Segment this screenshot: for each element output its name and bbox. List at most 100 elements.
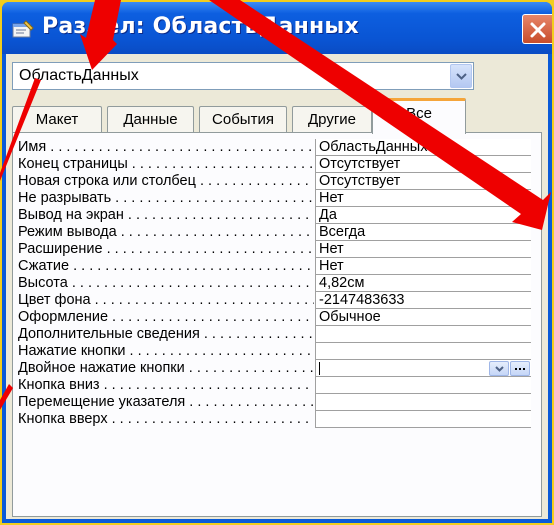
dot-leader: . . . . . . . . . . . . . . . . . . . . …: [106, 241, 314, 257]
window-title: Раздел: ОбластьДанных: [42, 14, 359, 39]
property-value-text: Нет: [319, 241, 344, 257]
property-row[interactable]: Режим вывода . . . . . . . . . . . . . .…: [18, 224, 531, 241]
property-value-field[interactable]: Нет: [315, 190, 531, 207]
stage: Раздел: ОбластьДанных ОбластьДанных Маке…: [0, 0, 554, 525]
property-row[interactable]: Цвет фона . . . . . . . . . . . . . . . …: [18, 292, 531, 309]
dot-leader: . . . . . . . . . . . . . . . . . . . . …: [71, 275, 314, 291]
dot-leader: . . . . . . . . . . . . . . . . . . . . …: [50, 139, 314, 155]
property-name: Перемещение указателя . . . . . . . . . …: [18, 394, 314, 411]
builder-button[interactable]: [510, 361, 530, 376]
property-value-field[interactable]: [315, 360, 531, 377]
property-row[interactable]: Не разрывать . . . . . . . . . . . . . .…: [18, 190, 531, 207]
property-name-text: Перемещение указателя: [18, 394, 186, 410]
property-row[interactable]: Оформление . . . . . . . . . . . . . . .…: [18, 309, 531, 326]
property-value-field[interactable]: Всегда: [315, 224, 531, 241]
property-value-field[interactable]: [315, 411, 531, 428]
dot-leader: . . . . . . . . . . . . . . . . . . . . …: [112, 309, 314, 325]
dot-leader: . . . . . . . . . . . . . . . . . . . . …: [120, 224, 314, 240]
dropdown-arrow-icon: [456, 73, 467, 80]
property-name-text: Высота: [18, 275, 68, 291]
builder-ellipsis-icon: [515, 368, 525, 370]
property-row[interactable]: Перемещение указателя . . . . . . . . . …: [18, 394, 531, 411]
property-name-text: Нажатие кнопки: [18, 343, 126, 359]
dot-leader: . . . . . . . . . . . . . . . . . . . . …: [131, 156, 314, 172]
property-row[interactable]: Дополнительные сведения . . . . . . . . …: [18, 326, 531, 343]
property-row[interactable]: Кнопка вверх . . . . . . . . . . . . . .…: [18, 411, 531, 428]
dot-leader: . . . . . . . . . . . . . . . . . . . . …: [115, 190, 314, 206]
property-value-text: ОбластьДанных: [319, 139, 428, 155]
close-button[interactable]: [522, 14, 552, 44]
dot-leader: . . . . . . . . . . . . . . . . . . . . …: [111, 411, 314, 427]
dot-leader: . . . . . . . . . . . . . . . . . . . . …: [129, 343, 314, 359]
dot-leader: . . . . . . . . . . . . . . . . . . . . …: [189, 394, 314, 410]
tab-layout[interactable]: Макет: [12, 106, 102, 132]
property-value-text: Отсутствует: [319, 156, 401, 172]
property-value-field[interactable]: Нет: [315, 258, 531, 275]
property-name: Режим вывода . . . . . . . . . . . . . .…: [18, 224, 314, 241]
property-row[interactable]: Новая строка или столбец . . . . . . . .…: [18, 173, 531, 190]
property-row[interactable]: Имя . . . . . . . . . . . . . . . . . . …: [18, 139, 531, 156]
property-value-field[interactable]: [315, 326, 531, 343]
property-name-text: Сжатие: [18, 258, 70, 274]
dot-leader: . . . . . . . . . . . . . . . . . . . . …: [103, 377, 314, 393]
property-name: Высота . . . . . . . . . . . . . . . . .…: [18, 275, 314, 292]
property-name: Кнопка вниз . . . . . . . . . . . . . . …: [18, 377, 314, 394]
property-row[interactable]: Высота . . . . . . . . . . . . . . . . .…: [18, 275, 531, 292]
dot-leader: . . . . . . . . . . . . . . . . . . . . …: [188, 360, 314, 376]
dropdown-arrow-icon: [495, 366, 504, 372]
property-name-text: Кнопка вверх: [18, 411, 108, 427]
property-value-field[interactable]: 4,82см: [315, 275, 531, 292]
event-dropdown-button[interactable]: [489, 361, 509, 376]
dot-leader: . . . . . . . . . . . . . . . . . . . . …: [203, 326, 314, 342]
property-value-field[interactable]: Да: [315, 207, 531, 224]
object-selector-dropdown-button[interactable]: [450, 64, 472, 88]
property-value-field[interactable]: Обычное: [315, 309, 531, 326]
property-name-text: Оформление: [18, 309, 109, 325]
property-name-text: Не разрывать: [18, 190, 112, 206]
property-name: Цвет фона . . . . . . . . . . . . . . . …: [18, 292, 314, 309]
property-row[interactable]: Сжатие . . . . . . . . . . . . . . . . .…: [18, 258, 531, 275]
property-row[interactable]: Кнопка вниз . . . . . . . . . . . . . . …: [18, 377, 531, 394]
property-name-text: Режим вывода: [18, 224, 117, 240]
property-value-text: -2147483633: [319, 292, 405, 308]
property-row[interactable]: Вывод на экран . . . . . . . . . . . . .…: [18, 207, 531, 224]
property-sheet-window: Раздел: ОбластьДанных ОбластьДанных Маке…: [2, 2, 552, 523]
property-row[interactable]: Нажатие кнопки . . . . . . . . . . . . .…: [18, 343, 531, 360]
tab-all[interactable]: Все: [372, 98, 466, 134]
tab-data[interactable]: Данные: [107, 106, 194, 132]
property-row[interactable]: Расширение . . . . . . . . . . . . . . .…: [18, 241, 531, 258]
property-value-field[interactable]: [315, 343, 531, 360]
property-name: Вывод на экран . . . . . . . . . . . . .…: [18, 207, 314, 224]
property-name-text: Конец страницы: [18, 156, 128, 172]
property-value-field[interactable]: -2147483633: [315, 292, 531, 309]
dot-leader: . . . . . . . . . . . . . . . . . . . . …: [199, 173, 314, 189]
property-value-text: 4,82см: [319, 275, 365, 291]
property-name: Двойное нажатие кнопки . . . . . . . . .…: [18, 360, 314, 377]
property-row[interactable]: Двойное нажатие кнопки . . . . . . . . .…: [18, 360, 531, 377]
property-name: Конец страницы . . . . . . . . . . . . .…: [18, 156, 314, 173]
property-value-field[interactable]: ОбластьДанных: [315, 139, 531, 156]
property-name-text: Имя: [18, 139, 47, 155]
property-value-text: Да: [319, 207, 337, 223]
property-row[interactable]: Конец страницы . . . . . . . . . . . . .…: [18, 156, 531, 173]
property-name: Сжатие . . . . . . . . . . . . . . . . .…: [18, 258, 314, 275]
property-name-text: Двойное нажатие кнопки: [18, 360, 185, 376]
property-value-field[interactable]: [315, 377, 531, 394]
property-value-field[interactable]: Отсутствует: [315, 173, 531, 190]
property-value-text: Нет: [319, 258, 344, 274]
property-grid: Имя . . . . . . . . . . . . . . . . . . …: [18, 139, 531, 428]
property-name: Оформление . . . . . . . . . . . . . . .…: [18, 309, 314, 326]
property-value-field[interactable]: Нет: [315, 241, 531, 258]
property-sheet-body: ОбластьДанных Макет Данные События Други…: [6, 54, 548, 519]
title-bar[interactable]: Раздел: ОбластьДанных: [2, 2, 552, 54]
tab-other[interactable]: Другие: [292, 106, 372, 132]
property-value-text: Отсутствует: [319, 173, 401, 189]
tab-events[interactable]: События: [199, 106, 287, 132]
property-value-text: Всегда: [319, 224, 366, 240]
object-selector[interactable]: ОбластьДанных: [12, 62, 474, 90]
property-value-field[interactable]: [315, 394, 531, 411]
close-icon: [530, 22, 546, 38]
property-value-text: Нет: [319, 190, 344, 206]
property-value-field[interactable]: Отсутствует: [315, 156, 531, 173]
properties-icon: [12, 20, 34, 38]
